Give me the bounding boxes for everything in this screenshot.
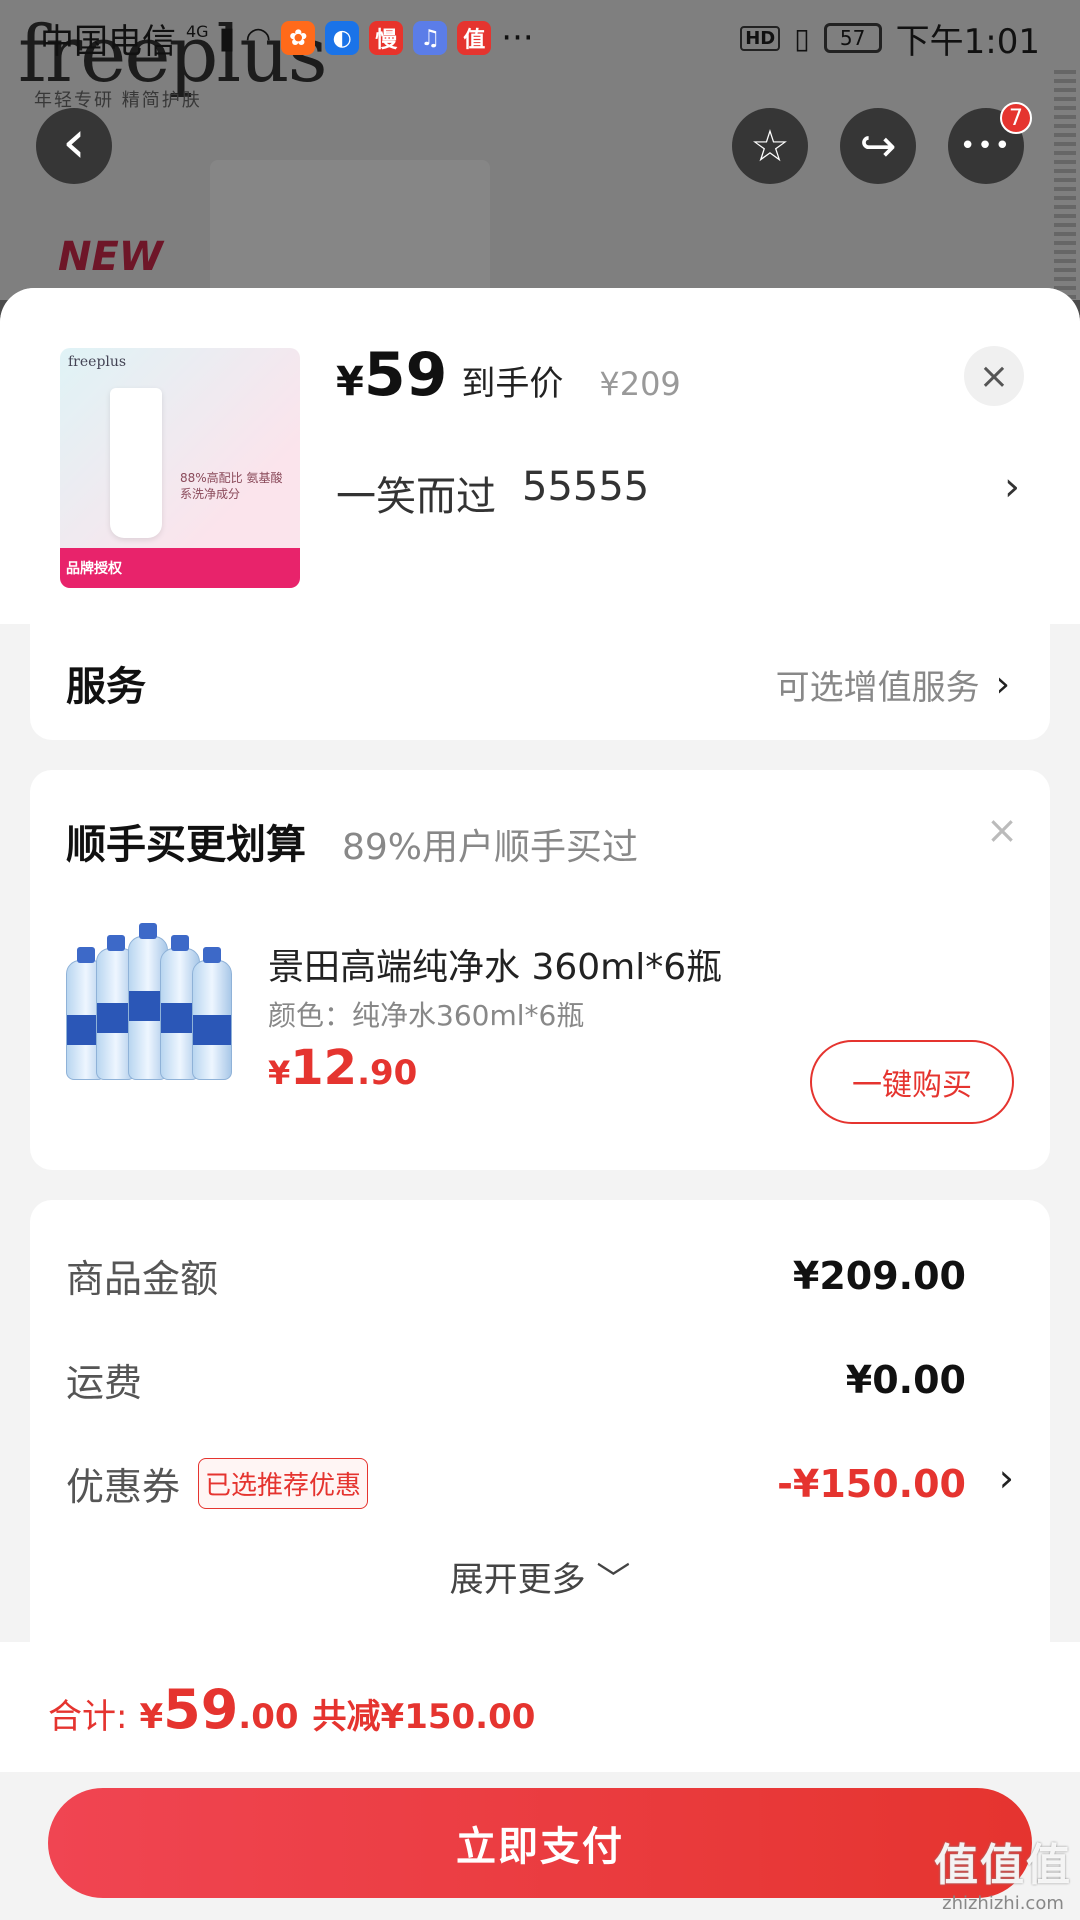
thumbnail-strip-text: 品牌授权	[66, 561, 122, 577]
summary-label: 运费	[66, 1361, 143, 1405]
bottle-shape	[192, 947, 232, 1080]
total-int: 59	[163, 1678, 239, 1741]
final-price: ¥59	[336, 340, 447, 410]
addon-product-image[interactable]	[66, 920, 236, 1080]
selected-spec[interactable]: 一笑而过 55555	[336, 464, 649, 522]
summary-value: ¥209.00	[792, 1253, 966, 1298]
price-row: ¥59 到手价 ¥209	[336, 340, 681, 410]
status-bar: 中国电信 4G ▮ ◠ ✿ ◐ 慢 ♫ 值 ··· HD ▯ 57 下午1:01	[0, 0, 1080, 76]
app-zhi-icon: 值	[457, 21, 492, 55]
addon-title: 顺手买更划算	[66, 822, 306, 868]
more-notifications-icon: ···	[501, 18, 534, 58]
thumbnail-strip: 品牌授权	[60, 548, 300, 588]
spec-chevron-icon[interactable]: ›	[1004, 464, 1020, 510]
one-click-buy-button[interactable]: 一键购买	[810, 1040, 1014, 1124]
hd-icon: HD	[740, 25, 781, 51]
final-price-yen: ¥	[336, 359, 364, 405]
battery-icon: 57	[823, 23, 882, 53]
order-summary-card: 商品金额 ¥209.00 运费 ¥0.00 优惠券 已选推荐优惠 -¥150.0…	[30, 1200, 1050, 1660]
final-price-value: 59	[363, 340, 448, 410]
total-bar: 合计: ¥ 59 .00 共减¥150.00	[0, 1642, 1080, 1772]
addon-card: 顺手买更划算 89%用户顺手买过 × 景田高端纯净水 360ml*6瓶 颜色：纯…	[30, 770, 1050, 1170]
back-button[interactable]: ‹	[36, 108, 112, 184]
addon-price-int: 12	[290, 1040, 358, 1096]
final-price-label: 到手价	[461, 364, 564, 404]
favorite-button[interactable]: ☆	[732, 108, 808, 184]
close-sheet-button[interactable]: ×	[964, 346, 1024, 406]
product-header: freeplus 88%高配比 氨基酸系洗净成分 品牌授权 ¥59 到手价 ¥2…	[0, 288, 1080, 624]
vibrate-icon: ▯	[794, 21, 810, 55]
summary-label: 商品金额	[66, 1257, 219, 1301]
total-label: 合计:	[48, 1697, 128, 1737]
app-music-icon: ♫	[413, 21, 448, 55]
addon-subtitle: 89%用户顺手买过	[342, 827, 639, 868]
share-icon: ↪	[859, 120, 897, 172]
back-icon: ‹	[62, 107, 86, 177]
addon-item-spec: 颜色：纯净水360ml*6瓶	[268, 999, 585, 1032]
addon-price-yen: ¥	[268, 1054, 291, 1092]
addon-close-icon[interactable]: ×	[986, 808, 1018, 852]
thumbnail-logo: freeplus	[68, 354, 127, 370]
total-saved: 共减¥150.00	[312, 1697, 536, 1737]
watermark-logo: 值值值	[934, 1840, 1072, 1891]
coupon-value: -¥150.00	[777, 1461, 966, 1506]
app-man-icon: 慢	[369, 21, 404, 55]
original-price: ¥209	[599, 365, 681, 403]
app-orange-icon: ✿	[281, 21, 316, 55]
product-thumbnail[interactable]: freeplus 88%高配比 氨基酸系洗净成分 品牌授权	[60, 348, 300, 588]
more-button[interactable]: ••• 7	[948, 102, 1032, 184]
total-yen: ¥	[139, 1697, 164, 1737]
thumbnail-tube	[110, 388, 162, 538]
addon-item-price: ¥12.90	[268, 1040, 417, 1096]
message-count-badge: 7	[1000, 102, 1032, 134]
pay-now-button[interactable]: 立即支付	[48, 1788, 1032, 1898]
network-type: 4G	[186, 21, 209, 41]
thumbnail-text: 88%高配比 氨基酸系洗净成分	[180, 471, 283, 501]
star-icon: ☆	[750, 120, 790, 172]
service-hint: 可选增值服务	[775, 668, 980, 708]
carrier-label: 中国电信	[40, 21, 176, 62]
signal-icon: ▮	[218, 20, 236, 56]
summary-value: ¥0.00	[845, 1357, 966, 1402]
wifi-icon: ◠	[245, 20, 272, 56]
service-card[interactable]: 服务 可选增值服务 ›	[30, 624, 1050, 740]
close-icon: ×	[978, 355, 1010, 397]
summary-row-shipping: 运费 ¥0.00	[66, 1352, 966, 1407]
addon-price-dec: .90	[357, 1053, 418, 1093]
spec-value: 55555	[522, 464, 650, 510]
app-browser-icon: ◐	[325, 21, 360, 55]
total-dec: .00	[238, 1697, 299, 1737]
coupon-tag: 已选推荐优惠	[198, 1458, 369, 1509]
addon-item-name[interactable]: 景田高端纯净水 360ml*6瓶	[268, 938, 722, 990]
coupon-chevron-icon[interactable]: ›	[999, 1456, 1014, 1500]
checkout-sheet: freeplus 88%高配比 氨基酸系洗净成分 品牌授权 ¥59 到手价 ¥2…	[0, 288, 1080, 1920]
spec-name: 一笑而过	[336, 474, 496, 520]
service-chevron-icon: ›	[995, 664, 1010, 705]
summary-row-goods: 商品金额 ¥209.00	[66, 1248, 966, 1303]
service-title: 服务	[66, 664, 146, 710]
expand-more-button[interactable]: 展开更多 ﹀	[30, 1552, 1050, 1601]
watermark-url: zhizhizhi.com	[942, 1893, 1064, 1914]
watermark: 值值值 zhizhizhi.com	[934, 1829, 1072, 1914]
summary-label: 优惠券	[66, 1465, 181, 1509]
share-button[interactable]: ↪	[840, 108, 916, 184]
more-icon: •••	[959, 131, 1012, 161]
clock: 下午1:01	[895, 21, 1040, 62]
summary-row-coupon[interactable]: 优惠券 已选推荐优惠 -¥150.00	[66, 1456, 966, 1511]
